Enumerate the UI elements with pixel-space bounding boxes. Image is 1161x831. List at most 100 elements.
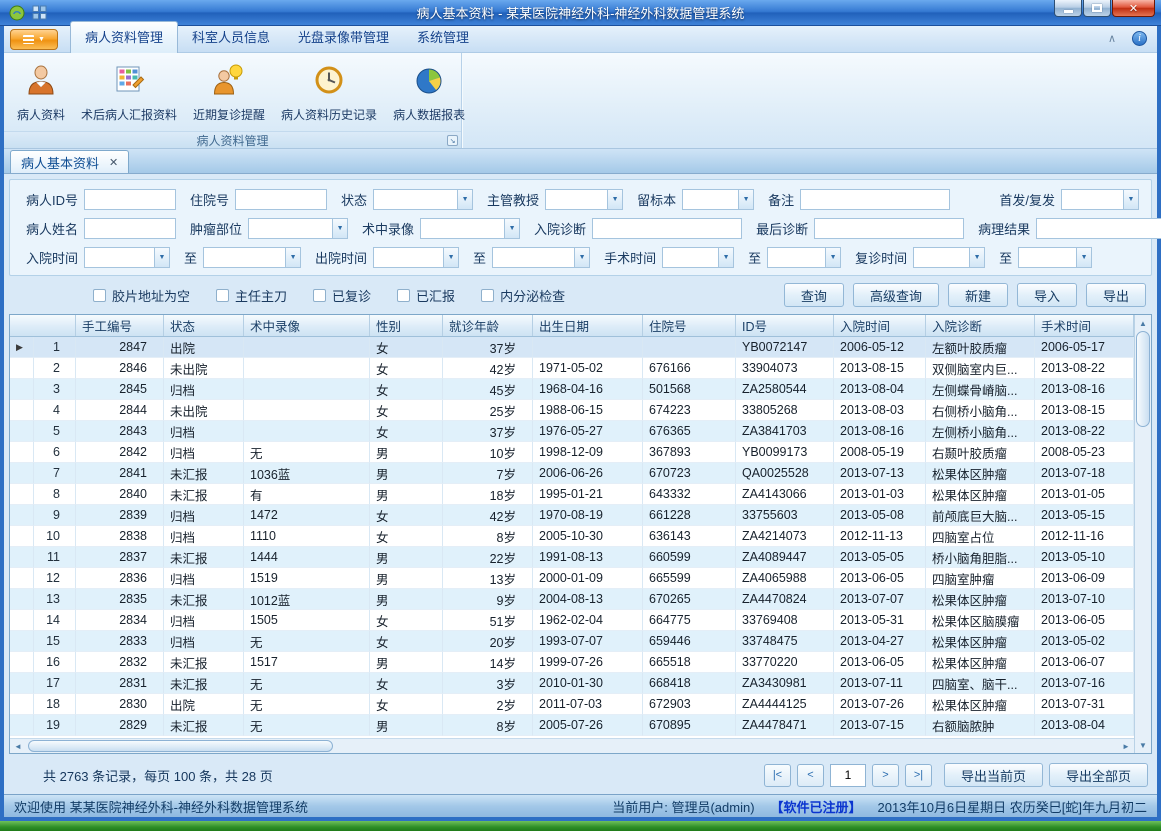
- grid-header-col-6[interactable]: 出生日期: [533, 315, 643, 336]
- table-row[interactable]: 62842归档无男10岁1998-12-09367893YB0099173200…: [10, 442, 1134, 463]
- ribbon-button-chart[interactable]: 病人数据报表: [386, 57, 472, 127]
- grid-header-col-0[interactable]: [10, 315, 76, 336]
- grid-header-col-2[interactable]: 状态: [164, 315, 244, 336]
- page-number-input[interactable]: [830, 764, 866, 787]
- chevron-down-icon[interactable]: ▼: [574, 248, 589, 267]
- combo-value[interactable]: [683, 190, 738, 209]
- filter-combo[interactable]: ▼: [373, 189, 473, 210]
- table-row[interactable]: 92839归档1472女42岁1970-08-19661228337556032…: [10, 505, 1134, 526]
- checkbox-2[interactable]: 主任主刀: [216, 286, 287, 305]
- grid-header-col-3[interactable]: 术中录像: [244, 315, 370, 336]
- chevron-down-icon[interactable]: ▼: [1076, 248, 1091, 267]
- checkbox-box[interactable]: [216, 289, 229, 302]
- combo-value[interactable]: [1019, 248, 1076, 267]
- table-row[interactable]: 82840未汇报有男18岁1995-01-21643332ZA414306620…: [10, 484, 1134, 505]
- filter-combo[interactable]: ▼: [248, 218, 348, 239]
- combo-value[interactable]: [493, 248, 574, 267]
- table-row[interactable]: 152833归档无女20岁1993-07-0765944633748475201…: [10, 631, 1134, 652]
- filter-combo[interactable]: ▼: [420, 218, 520, 239]
- chevron-down-icon[interactable]: ▼: [718, 248, 733, 267]
- first-page-button[interactable]: |<: [764, 764, 791, 787]
- combo-value[interactable]: [663, 248, 718, 267]
- vertical-scrollbar[interactable]: ▲ ▼: [1134, 315, 1151, 753]
- close-tab-icon[interactable]: ✕: [109, 156, 118, 169]
- checkbox-box[interactable]: [481, 289, 494, 302]
- chevron-down-icon[interactable]: ▼: [969, 248, 984, 267]
- checkbox-5[interactable]: 内分泌检查: [481, 286, 565, 305]
- close-button[interactable]: ✕: [1112, 0, 1155, 17]
- chevron-down-icon[interactable]: ▼: [1123, 190, 1138, 209]
- action-button-1[interactable]: 查询: [784, 283, 844, 307]
- filter-combo[interactable]: ▼: [682, 189, 754, 210]
- filter-combo[interactable]: ▼: [203, 247, 301, 268]
- table-row[interactable]: 162832未汇报1517男14岁1999-07-266655183377022…: [10, 652, 1134, 673]
- export-current-page-button[interactable]: 导出当前页: [944, 763, 1043, 787]
- grid-header-col-5[interactable]: 就诊年龄: [443, 315, 533, 336]
- combo-value[interactable]: [374, 190, 457, 209]
- checkbox-box[interactable]: [397, 289, 410, 302]
- table-row[interactable]: 192829未汇报无男8岁2005-07-26670895ZA447847120…: [10, 715, 1134, 736]
- filter-combo[interactable]: ▼: [1061, 189, 1139, 210]
- filter-input[interactable]: [800, 189, 950, 210]
- chevron-down-icon[interactable]: ▼: [285, 248, 300, 267]
- combo-value[interactable]: [204, 248, 285, 267]
- combo-value[interactable]: [85, 248, 154, 267]
- table-row[interactable]: 42844未出院女25岁1988-06-15674223338052682013…: [10, 400, 1134, 421]
- grid-header-col-7[interactable]: 住院号: [643, 315, 736, 336]
- combo-value[interactable]: [546, 190, 607, 209]
- table-row[interactable]: 112837未汇报1444男22岁1991-08-13660599ZA40894…: [10, 547, 1134, 568]
- chevron-down-icon[interactable]: ▼: [607, 190, 622, 209]
- tab-patient-basic-info[interactable]: 病人基本资料 ✕: [10, 150, 129, 173]
- filter-combo[interactable]: ▼: [545, 189, 623, 210]
- minimize-button[interactable]: [1054, 0, 1082, 17]
- checkbox-box[interactable]: [93, 289, 106, 302]
- checkbox-4[interactable]: 已汇报: [397, 286, 455, 305]
- filter-input[interactable]: [84, 218, 176, 239]
- combo-value[interactable]: [1062, 190, 1123, 209]
- info-icon[interactable]: i: [1132, 31, 1147, 46]
- action-button-5[interactable]: 导出: [1086, 283, 1146, 307]
- chevron-down-icon[interactable]: ▼: [154, 248, 169, 267]
- grid-header-col-11[interactable]: 手术时间: [1035, 315, 1134, 336]
- scroll-left-icon[interactable]: ◄: [10, 739, 26, 753]
- ribbon-button-reminder[interactable]: 近期复诊提醒: [186, 57, 272, 127]
- chevron-down-icon[interactable]: ▼: [443, 248, 458, 267]
- filter-combo[interactable]: ▼: [662, 247, 734, 268]
- maximize-button[interactable]: [1083, 0, 1111, 17]
- table-row[interactable]: 172831未汇报无女3岁2010-01-30668418ZA343098120…: [10, 673, 1134, 694]
- horizontal-scroll-thumb[interactable]: [28, 740, 333, 752]
- combo-value[interactable]: [914, 248, 969, 267]
- filter-input[interactable]: [84, 189, 176, 210]
- filter-combo[interactable]: ▼: [373, 247, 459, 268]
- ribbon-tab-4[interactable]: 系统管理: [403, 22, 483, 52]
- dialog-launcher-icon[interactable]: ↘: [447, 135, 458, 146]
- scroll-right-icon[interactable]: ►: [1118, 739, 1134, 753]
- table-row[interactable]: 122836归档1519男13岁2000-01-09665599ZA406598…: [10, 568, 1134, 589]
- checkbox-1[interactable]: 胶片地址为空: [93, 286, 190, 305]
- checkbox-3[interactable]: 已复诊: [313, 286, 371, 305]
- scroll-up-icon[interactable]: ▲: [1135, 315, 1151, 331]
- filter-combo[interactable]: ▼: [84, 247, 170, 268]
- filter-input[interactable]: [814, 218, 964, 239]
- filter-combo[interactable]: ▼: [767, 247, 841, 268]
- table-row[interactable]: 102838归档1110女8岁2005-10-30636143ZA4214073…: [10, 526, 1134, 547]
- vertical-scroll-track[interactable]: [1135, 331, 1151, 737]
- collapse-ribbon-icon[interactable]: ∧: [1108, 32, 1116, 45]
- vertical-scroll-thumb[interactable]: [1136, 331, 1150, 427]
- filter-combo[interactable]: ▼: [913, 247, 985, 268]
- filter-combo[interactable]: ▼: [492, 247, 590, 268]
- ribbon-tab-1[interactable]: 病人资料管理: [70, 21, 178, 53]
- grid-header-col-10[interactable]: 入院诊断: [926, 315, 1035, 336]
- chevron-down-icon[interactable]: ▼: [738, 190, 753, 209]
- filter-input[interactable]: [235, 189, 327, 210]
- filter-input[interactable]: [592, 218, 742, 239]
- table-row[interactable]: 52843归档女37岁1976-05-27676365ZA38417032013…: [10, 421, 1134, 442]
- table-row[interactable]: 142834归档1505女51岁1962-02-0466477533769408…: [10, 610, 1134, 631]
- last-page-button[interactable]: >|: [905, 764, 932, 787]
- ribbon-button-history[interactable]: 病人资料历史记录: [274, 57, 384, 127]
- table-row[interactable]: 32845归档女45岁1968-04-16501568ZA25805442013…: [10, 379, 1134, 400]
- scroll-down-icon[interactable]: ▼: [1135, 737, 1151, 753]
- next-page-button[interactable]: >: [872, 764, 899, 787]
- chevron-down-icon[interactable]: ▼: [504, 219, 519, 238]
- horizontal-scrollbar[interactable]: ◄ ►: [10, 738, 1134, 753]
